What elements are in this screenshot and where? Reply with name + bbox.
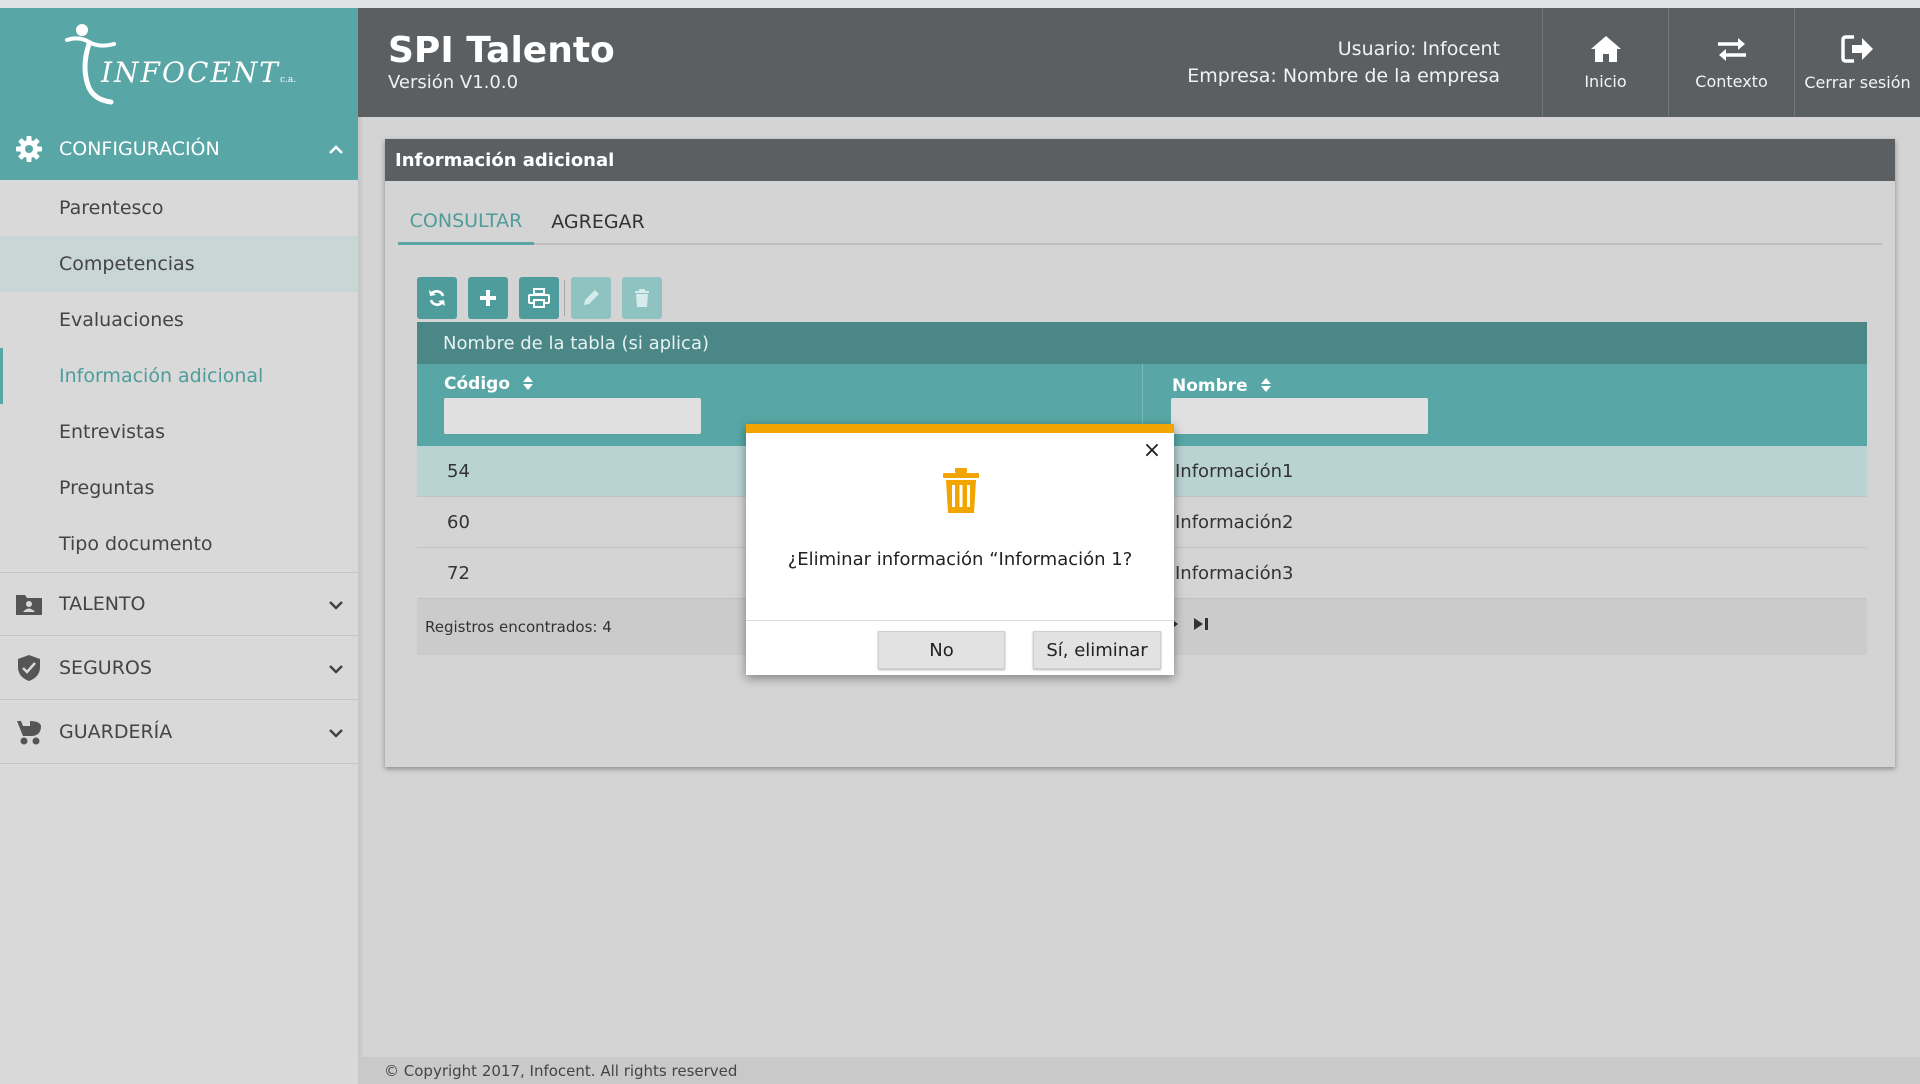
app-title: SPI Talento bbox=[388, 30, 615, 71]
sidebar-section-guarderia[interactable]: GUARDERÍA bbox=[0, 700, 358, 764]
sidebar-item-label: Competencias bbox=[59, 253, 195, 275]
sidebar-section-seguros[interactable]: SEGUROS bbox=[0, 636, 358, 700]
top-strip bbox=[0, 0, 1920, 8]
chevron-down-icon bbox=[328, 657, 344, 679]
sidebar-item-label: Parentesco bbox=[59, 197, 164, 219]
home-icon bbox=[1590, 36, 1621, 62]
trash-icon bbox=[635, 289, 649, 307]
app-header: SPI Talento Versión V1.0.0 Usuario: Info… bbox=[358, 8, 1920, 117]
toolbar-separator bbox=[564, 280, 565, 316]
refresh-button[interactable] bbox=[417, 277, 457, 319]
home-button[interactable]: Inicio bbox=[1542, 8, 1668, 117]
tab-label: CONSULTAR bbox=[409, 209, 523, 232]
gear-icon bbox=[14, 134, 44, 164]
sidebar-item-tipo-documento[interactable]: Tipo documento bbox=[0, 516, 358, 572]
table-caption: Nombre de la tabla (si aplica) bbox=[417, 322, 1867, 364]
trash-icon bbox=[941, 467, 981, 519]
chevron-down-icon bbox=[328, 593, 344, 615]
sortable-header-nombre[interactable]: Nombre bbox=[1172, 376, 1272, 396]
user-name: Usuario: Infocent bbox=[1337, 38, 1500, 60]
print-button[interactable] bbox=[519, 277, 559, 319]
context-button[interactable]: Contexto bbox=[1668, 8, 1794, 117]
cancel-button[interactable]: No bbox=[878, 631, 1005, 669]
pencil-icon bbox=[584, 290, 599, 305]
sidebar-item-label: Entrevistas bbox=[59, 421, 165, 443]
shield-icon bbox=[14, 653, 44, 683]
app-version: Versión V1.0.0 bbox=[388, 72, 519, 93]
sort-icon bbox=[1260, 378, 1271, 392]
id-card-icon bbox=[14, 589, 44, 619]
company-logo: INFOCENTc.a. bbox=[59, 18, 299, 108]
cell-nombre: Información1 bbox=[1175, 460, 1294, 482]
sidebar-item-label: Evaluaciones bbox=[59, 309, 184, 331]
chevron-down-icon bbox=[328, 721, 344, 743]
logout-icon bbox=[1840, 35, 1873, 63]
stroller-icon bbox=[14, 717, 44, 747]
logo-area: INFOCENTc.a. bbox=[0, 8, 358, 117]
copyright-text: © Copyright 2017, Infocent. All rights r… bbox=[384, 1061, 738, 1080]
last-page-icon bbox=[1194, 618, 1208, 630]
records-count: Registros encontrados: 4 bbox=[425, 618, 612, 636]
sidebar-section-label: CONFIGURACIÓN bbox=[59, 137, 220, 160]
print-icon bbox=[528, 288, 550, 308]
sidebar-item-evaluaciones[interactable]: Evaluaciones bbox=[0, 292, 358, 348]
home-button-label: Inicio bbox=[1584, 72, 1627, 91]
sidebar-section-label: SEGUROS bbox=[59, 656, 152, 679]
plus-icon bbox=[480, 290, 496, 306]
column-header-nombre: Nombre bbox=[1143, 364, 1867, 446]
sidebar-item-label: Preguntas bbox=[59, 477, 155, 499]
sortable-header-codigo[interactable]: Código bbox=[444, 374, 534, 394]
sidebar-section-talento[interactable]: TALENTO bbox=[0, 572, 358, 636]
sidebar-item-competencias[interactable]: Competencias bbox=[0, 236, 358, 292]
sidebar-section-label: GUARDERÍA bbox=[59, 720, 173, 743]
logout-button[interactable]: Cerrar sesión bbox=[1794, 8, 1920, 117]
sidebar-item-entrevistas[interactable]: Entrevistas bbox=[0, 404, 358, 460]
sidebar-section-label: TALENTO bbox=[59, 593, 146, 615]
sidebar-section-configuracion[interactable]: CONFIGURACIÓN bbox=[0, 117, 358, 180]
delete-button[interactable] bbox=[622, 277, 662, 319]
tab-consultar[interactable]: CONSULTAR bbox=[398, 199, 534, 245]
table-toolbar bbox=[417, 277, 673, 319]
filter-codigo-input[interactable] bbox=[444, 398, 701, 434]
swap-arrows-icon bbox=[1717, 38, 1746, 61]
logo-text: INFOCENTc.a. bbox=[101, 55, 297, 89]
delete-confirm-dialog: × ¿Eliminar información “Información 1? … bbox=[746, 424, 1174, 675]
sidebar-item-parentesco[interactable]: Parentesco bbox=[0, 180, 358, 236]
page-footer: © Copyright 2017, Infocent. All rights r… bbox=[358, 1057, 1920, 1084]
sidebar-item-label: Información adicional bbox=[59, 365, 264, 387]
chevron-up-icon bbox=[328, 138, 344, 160]
company-name: Empresa: Nombre de la empresa bbox=[1187, 65, 1500, 87]
sidebar-shadow bbox=[358, 117, 364, 1084]
column-label: Código bbox=[444, 374, 510, 394]
refresh-icon bbox=[429, 290, 445, 306]
tab-label: AGREGAR bbox=[551, 211, 645, 233]
sidebar-item-informacion-adicional[interactable]: Información adicional bbox=[0, 348, 358, 404]
sidebar-item-label: Tipo documento bbox=[59, 533, 213, 555]
cell-nombre: Información2 bbox=[1175, 511, 1294, 533]
cell-nombre: Información3 bbox=[1175, 562, 1294, 584]
sort-icon bbox=[522, 376, 533, 390]
sidebar: CONFIGURACIÓN Parentesco Competencias Ev… bbox=[0, 117, 358, 1084]
panel-title: Información adicional bbox=[385, 139, 1895, 181]
context-button-label: Contexto bbox=[1695, 72, 1768, 91]
add-button[interactable] bbox=[468, 277, 508, 319]
confirm-delete-button[interactable]: Sí, eliminar bbox=[1033, 631, 1161, 669]
dialog-divider bbox=[746, 620, 1174, 621]
tab-agregar[interactable]: AGREGAR bbox=[538, 199, 658, 245]
edit-button[interactable] bbox=[571, 277, 611, 319]
logout-button-label: Cerrar sesión bbox=[1804, 73, 1911, 92]
filter-nombre-input[interactable] bbox=[1171, 398, 1428, 434]
column-label: Nombre bbox=[1172, 376, 1248, 396]
sidebar-item-preguntas[interactable]: Preguntas bbox=[0, 460, 358, 516]
pagination bbox=[1169, 617, 1209, 635]
tab-bar: CONSULTAR AGREGAR bbox=[398, 199, 1882, 245]
dialog-message: ¿Eliminar información “Información 1? bbox=[787, 549, 1133, 570]
user-info: Usuario: Infocent Empresa: Nombre de la … bbox=[1187, 36, 1500, 90]
last-page-button[interactable] bbox=[1193, 617, 1209, 635]
close-icon[interactable]: × bbox=[1140, 439, 1164, 463]
logo-suffix: c.a. bbox=[279, 74, 297, 85]
